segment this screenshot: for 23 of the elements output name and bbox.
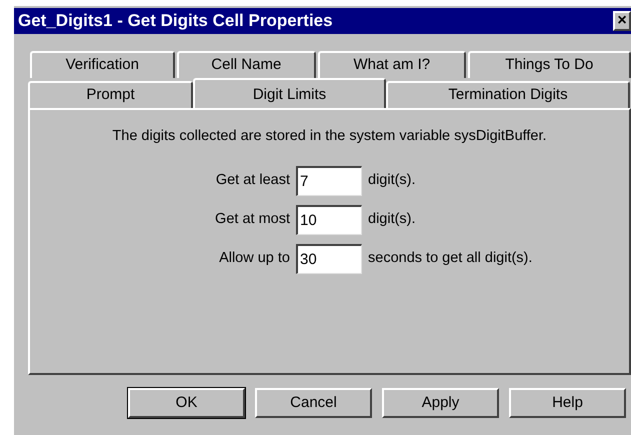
field-label: Get at most bbox=[214, 210, 291, 229]
field-suffix: digit(s). bbox=[368, 170, 416, 190]
tab[interactable]: Termination Digits bbox=[386, 81, 630, 108]
field-suffix: digit(s). bbox=[368, 210, 416, 229]
dialog-button[interactable]: Help bbox=[509, 388, 626, 418]
dialog-button[interactable]: OK bbox=[128, 388, 245, 418]
field-label: Allow up to bbox=[218, 248, 291, 268]
tab[interactable]: Cell Name bbox=[176, 51, 316, 78]
window-title: Get_Digits1 - Get Digits Cell Properties bbox=[18, 10, 333, 32]
input-field[interactable]: 10 bbox=[296, 204, 362, 235]
description-text: The digits collected are stored in the system variable sysDigitBuffer. bbox=[112, 127, 547, 146]
input-field[interactable]: 30 bbox=[296, 244, 362, 274]
dialog-button[interactable]: Apply bbox=[382, 388, 499, 418]
tab[interactable]: What am I? bbox=[318, 51, 466, 78]
dialog-button[interactable]: Cancel bbox=[255, 388, 372, 418]
tab[interactable]: Verification bbox=[30, 51, 175, 78]
close-button[interactable]: × bbox=[613, 11, 631, 31]
tab[interactable]: Prompt bbox=[28, 81, 193, 108]
tab[interactable]: Digit Limits bbox=[193, 78, 386, 108]
tab[interactable]: Things To Do bbox=[468, 51, 631, 78]
field-label: Get at least bbox=[214, 170, 291, 190]
field-suffix: seconds to get all digit(s). bbox=[368, 248, 532, 268]
input-field[interactable]: 7 bbox=[296, 166, 362, 196]
